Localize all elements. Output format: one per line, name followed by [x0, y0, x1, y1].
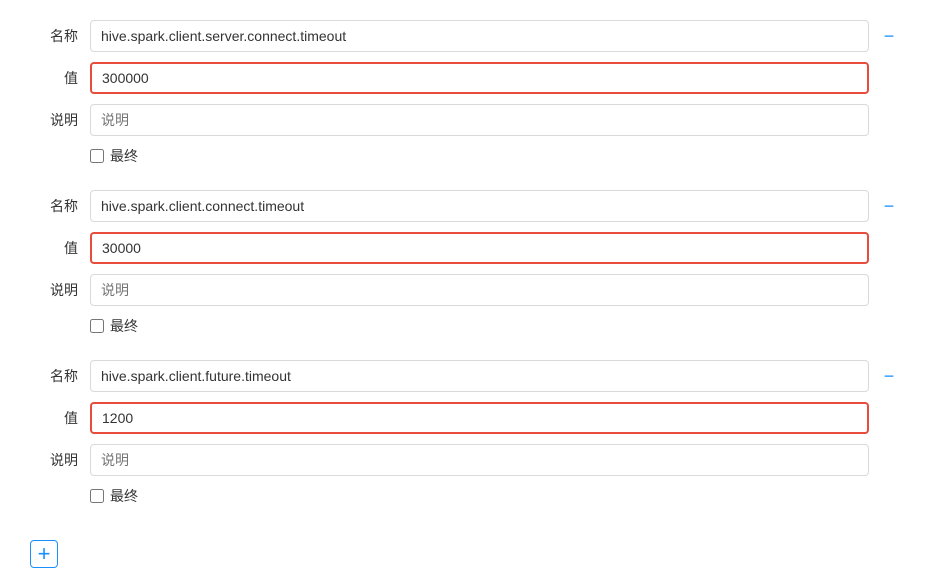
- value-label-2: 值: [30, 238, 90, 258]
- name-label-3: 名称: [30, 366, 90, 386]
- desc-row-2: 说明: [30, 274, 899, 306]
- final-row-2: 最终: [30, 316, 899, 336]
- name-label-2: 名称: [30, 196, 90, 216]
- config-block-1: 名称 − 值说明最终: [30, 20, 899, 170]
- desc-row-3: 说明: [30, 444, 899, 476]
- config-block-2: 名称 − 值说明最终: [30, 190, 899, 340]
- name-input-2[interactable]: [90, 190, 869, 222]
- final-checkbox-3[interactable]: [90, 489, 104, 503]
- name-input-3[interactable]: [90, 360, 869, 392]
- value-input-1[interactable]: [90, 62, 869, 94]
- config-block-3: 名称 − 值说明最终: [30, 360, 899, 510]
- desc-label-3: 说明: [30, 450, 90, 470]
- final-row-1: 最终: [30, 146, 899, 166]
- final-row-3: 最终: [30, 486, 899, 506]
- final-label-2: 最终: [110, 316, 138, 336]
- name-row-1: 名称 −: [30, 20, 899, 52]
- name-input-1[interactable]: [90, 20, 869, 52]
- remove-config-button-1[interactable]: −: [879, 27, 899, 45]
- final-checkbox-2[interactable]: [90, 319, 104, 333]
- desc-label-2: 说明: [30, 280, 90, 300]
- value-row-3: 值: [30, 402, 899, 434]
- final-checkbox-1[interactable]: [90, 149, 104, 163]
- desc-input-1[interactable]: [90, 104, 869, 136]
- final-label-3: 最终: [110, 486, 138, 506]
- name-row-2: 名称 −: [30, 190, 899, 222]
- desc-label-1: 说明: [30, 110, 90, 130]
- desc-row-1: 说明: [30, 104, 899, 136]
- name-row-3: 名称 −: [30, 360, 899, 392]
- value-row-2: 值: [30, 232, 899, 264]
- value-label-3: 值: [30, 408, 90, 428]
- value-label-1: 值: [30, 68, 90, 88]
- name-label-1: 名称: [30, 26, 90, 46]
- remove-config-button-2[interactable]: −: [879, 197, 899, 215]
- remove-config-button-3[interactable]: −: [879, 367, 899, 385]
- add-config-button[interactable]: +: [30, 540, 58, 568]
- desc-input-3[interactable]: [90, 444, 869, 476]
- value-input-2[interactable]: [90, 232, 869, 264]
- final-label-1: 最终: [110, 146, 138, 166]
- desc-input-2[interactable]: [90, 274, 869, 306]
- value-input-3[interactable]: [90, 402, 869, 434]
- value-row-1: 值: [30, 62, 899, 94]
